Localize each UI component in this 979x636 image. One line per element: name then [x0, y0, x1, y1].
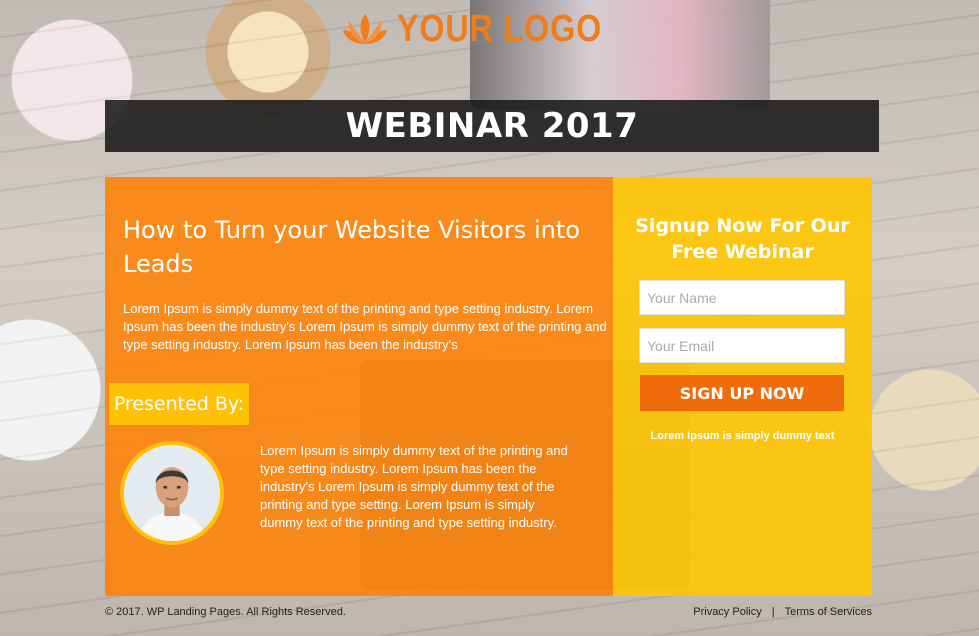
footer-links: Privacy Policy | Terms of Services	[693, 606, 872, 618]
presented-by-label: Presented By:	[109, 383, 249, 425]
privacy-policy-link[interactable]: Privacy Policy	[693, 606, 761, 618]
terms-of-service-link[interactable]: Terms of Services	[785, 606, 872, 618]
headline: How to Turn your Website Visitors into L…	[123, 216, 580, 278]
logo[interactable]: YOUR LOGO	[0, 8, 979, 51]
signup-note: Lorem Ipsum is simply dummy text	[650, 430, 835, 442]
signup-title: Signup Now For Our Free Webinar	[635, 215, 850, 263]
footer-separator: |	[771, 606, 775, 618]
copyright-text: © 2017. WP Landing Pages. All Rights Res…	[105, 606, 346, 618]
intro-text: Lorem Ipsum is simply dummy text of the …	[123, 301, 607, 352]
presenter-avatar	[120, 441, 224, 545]
logo-text: YOUR LOGO	[396, 8, 602, 50]
presenter-photo	[124, 445, 220, 541]
lotus-icon	[342, 13, 387, 44]
email-field[interactable]	[639, 328, 845, 363]
presenter-bio: Lorem Ipsum is simply dummy text of the …	[260, 443, 568, 530]
page-title: WEBINAR 2017	[345, 106, 639, 146]
name-field[interactable]	[639, 280, 845, 315]
webinar-info-panel: How to Turn your Website Visitors into L…	[105, 177, 613, 596]
signup-panel: Signup Now For Our Free Webinar SIGN UP …	[613, 177, 872, 596]
sign-up-button[interactable]: SIGN UP NOW	[640, 375, 844, 411]
webinar-banner: WEBINAR 2017	[105, 100, 879, 152]
